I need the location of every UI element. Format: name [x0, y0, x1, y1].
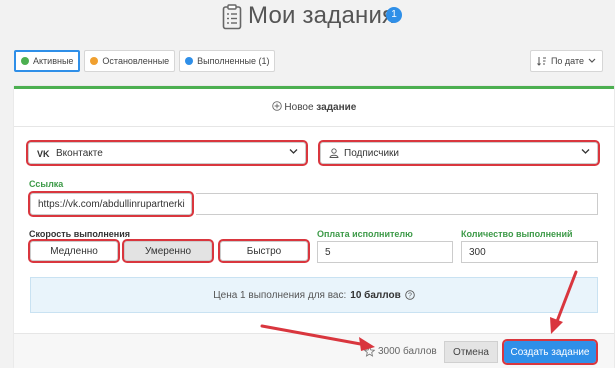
sort-label: По дате	[550, 56, 584, 66]
network-select[interactable]: VK Вконтакте	[26, 140, 308, 166]
cancel-button[interactable]: Отмена	[444, 341, 498, 363]
check-icon	[185, 57, 194, 65]
link-input-extension	[196, 193, 598, 215]
count-input[interactable]: 300	[461, 241, 598, 263]
tasks-count-badge: 1	[386, 7, 402, 23]
clipboard-icon	[222, 4, 242, 30]
tab-completed[interactable]: Выполненные (1)	[179, 50, 276, 72]
points-balance: 3000 баллов	[364, 346, 437, 357]
pause-icon	[90, 57, 99, 65]
plus-circle-icon	[271, 101, 282, 111]
svg-text:?: ?	[408, 292, 412, 299]
price-value: 10 баллов	[350, 289, 401, 301]
user-icon	[329, 148, 339, 158]
speed-label: Скорость выполнения	[29, 229, 131, 239]
price-text: Цена 1 выполнения для вас:	[213, 289, 347, 301]
chevron-down-icon	[289, 149, 298, 154]
count-label: Количество выполнений	[461, 229, 573, 239]
chevron-down-icon	[588, 58, 596, 63]
sort-dropdown[interactable]: По дате	[529, 50, 603, 72]
play-icon	[21, 57, 29, 65]
svg-text:VK: VK	[37, 149, 50, 158]
speed-medium-button[interactable]: Умеренно	[122, 239, 214, 263]
new-task-form: Новое задание VK Вконтакте Подписчики Сс…	[14, 86, 614, 368]
speed-slow-button[interactable]: Медленно	[28, 239, 120, 263]
payment-label: Оплата исполнителю	[317, 229, 413, 239]
tab-stopped[interactable]: Остановленные	[84, 50, 176, 72]
link-input[interactable]: https://vk.com/abdullinrupartnerki	[28, 191, 194, 217]
status-tabs: Активные Остановленные Выполненные (1)	[14, 50, 276, 72]
tab-label: Активные	[33, 56, 74, 66]
help-icon[interactable]: ?	[404, 290, 415, 300]
tab-active[interactable]: Активные	[14, 50, 81, 72]
page-title: Мои задания	[248, 2, 396, 29]
speed-fast-button[interactable]: Быстро	[218, 239, 310, 263]
link-label: Ссылка	[29, 179, 64, 189]
new-task-heading: Новое задание	[14, 89, 614, 127]
star-icon	[364, 346, 375, 357]
vk-icon: VK	[37, 149, 50, 158]
form-footer: 3000 баллов Отмена Создать задание	[14, 333, 614, 368]
task-type-select[interactable]: Подписчики	[318, 140, 600, 166]
tab-label: Выполненные (1)	[197, 56, 270, 66]
page-header: Мои задания 1	[0, 0, 615, 40]
tab-label: Остановленные	[102, 56, 170, 66]
chevron-down-icon	[581, 149, 590, 154]
create-task-button[interactable]: Создать задание	[502, 339, 598, 365]
sort-icon	[537, 57, 546, 66]
price-info: Цена 1 выполнения для вас: 10 баллов ?	[30, 277, 598, 313]
payment-input[interactable]: 5	[317, 241, 453, 263]
